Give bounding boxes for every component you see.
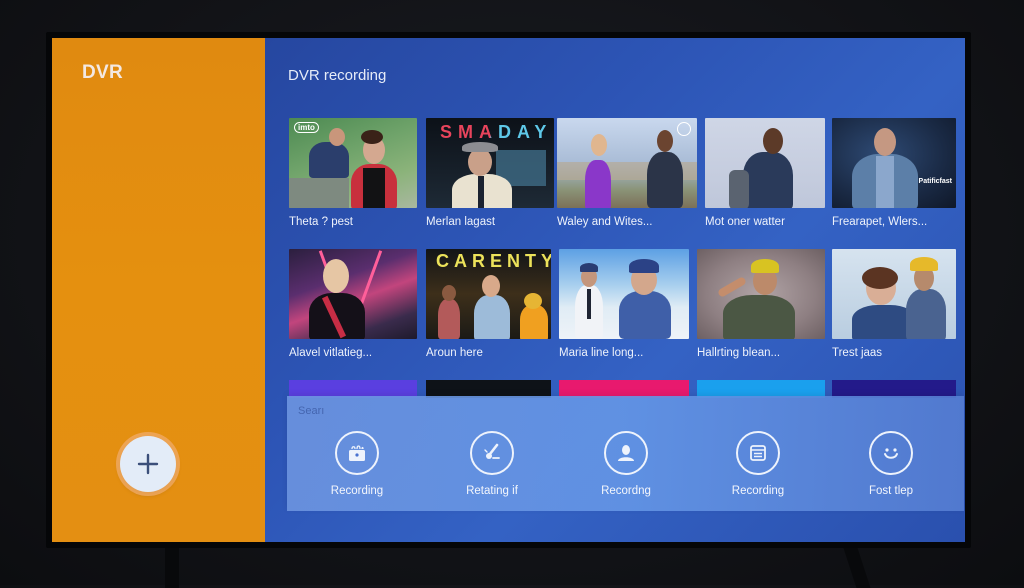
recording-title: Frearapet, Wlers... <box>832 216 928 228</box>
recording-title: Mot oner watter <box>705 216 785 228</box>
action-icon-ring <box>736 431 780 475</box>
action-label: Recording <box>330 485 384 497</box>
plus-icon <box>137 453 159 475</box>
action-fost-tlep[interactable]: Fost tlep <box>841 431 941 497</box>
recording-title: Maria line long... <box>559 347 644 359</box>
recording-tile[interactable]: Waley and Wites... <box>557 118 697 228</box>
add-recording-button[interactable] <box>120 436 176 492</box>
recording-thumbnail <box>697 249 825 339</box>
recording-tile[interactable]: Patificfast Frearapet, Wlers... <box>832 118 956 228</box>
list-icon <box>750 445 766 461</box>
channel-badge: imto <box>294 122 319 133</box>
channel-badge: Patificfast <box>918 178 952 185</box>
action-icon-ring <box>470 431 514 475</box>
action-bar: Searı Recording Retating if Recordng Rec… <box>287 396 964 511</box>
poster-title: SMADAY <box>440 122 553 142</box>
sidebar-title: DVR <box>82 62 124 83</box>
recording-tile[interactable]: CARENTY Aroun here <box>426 249 551 359</box>
action-label: Recording <box>731 485 785 497</box>
edit-pen-icon <box>484 443 500 459</box>
poster-title: CARENTY <box>436 251 551 271</box>
recording-title: Theta ? pest <box>289 216 353 228</box>
recording-thumbnail: Patificfast <box>832 118 956 208</box>
action-label: Fost tlep <box>868 485 914 497</box>
recording-title: Hallrting blean... <box>697 347 781 359</box>
recording-thumbnail <box>832 249 956 339</box>
recording-tile[interactable]: SMADAY Merlan lagast <box>426 118 554 228</box>
action-label: Retating if <box>466 485 518 497</box>
recording-tile[interactable]: Trest jaas <box>832 249 956 359</box>
recording-thumbnail <box>557 118 697 208</box>
action-label: Recordng <box>601 485 651 497</box>
recording-title: Aroun here <box>426 347 483 359</box>
action-recordng[interactable]: Recordng <box>576 431 676 497</box>
smiley-icon <box>884 448 898 459</box>
recording-title: Trest jaas <box>832 347 883 359</box>
recording-thumbnail: SMADAY <box>426 118 554 208</box>
recording-tile[interactable]: Alavel vitlatieg... <box>289 249 417 359</box>
recording-title: Waley and Wites... <box>557 216 653 228</box>
action-icon-ring <box>335 431 379 475</box>
recording-thumbnail <box>289 249 417 339</box>
tv-stand-right <box>843 548 871 588</box>
gift-box-icon <box>349 445 365 461</box>
tv-stand-left <box>165 548 179 588</box>
action-recording[interactable]: Recording <box>307 431 407 497</box>
page-title: DVR recording <box>288 67 387 84</box>
action-recording-list[interactable]: Recording <box>708 431 808 497</box>
action-retating[interactable]: Retating if <box>442 431 542 497</box>
recording-title: Merlan lagast <box>426 216 496 228</box>
recording-thumbnail <box>705 118 825 208</box>
recording-tile[interactable]: Mot oner watter <box>705 118 825 228</box>
main-panel: DVR recording imto Theta ? pest SMADAY M… <box>265 38 965 542</box>
sidebar: DVR <box>52 38 265 542</box>
recording-tile[interactable]: imto Theta ? pest <box>289 118 417 228</box>
recording-tile[interactable]: Maria line long... <box>559 249 689 359</box>
tv-screen: DVR DVR recording imto Theta ? pest SMAD… <box>52 38 965 542</box>
search-label[interactable]: Searı <box>298 405 324 417</box>
recording-thumbnail <box>559 249 689 339</box>
recording-tile[interactable]: Hallrting blean... <box>697 249 825 359</box>
recording-title: Alavel vitlatieg... <box>289 347 373 359</box>
channel-logo-icon <box>677 122 691 136</box>
user-avatar-icon <box>618 445 634 461</box>
action-icon-ring <box>869 431 913 475</box>
recording-thumbnail: CARENTY <box>426 249 551 339</box>
recording-thumbnail: imto <box>289 118 417 208</box>
action-icon-ring <box>604 431 648 475</box>
